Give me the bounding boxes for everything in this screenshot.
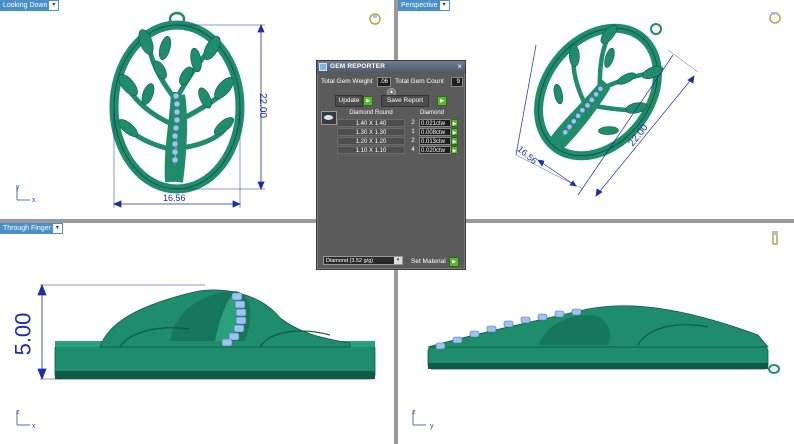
gem-reporter-title: GEM REPORTER (330, 63, 386, 70)
gem-reporter-icon (319, 63, 327, 71)
axis-y-label: y (430, 423, 434, 430)
diamond-round-thumbnail[interactable] (321, 111, 337, 125)
ring-orientation-icon (772, 231, 778, 245)
dimension-height-label: 22.00 (257, 92, 269, 119)
gem-reporter-panel[interactable]: GEM REPORTER × Total Gem Weight .06 Tota… (316, 60, 466, 270)
set-material-label[interactable]: Set Material (411, 258, 446, 265)
total-gem-count-field: 9 (451, 77, 463, 87)
gem-weight-cell: 0.020ctw (419, 146, 451, 154)
viewport-tab-label: Through Finger (3, 225, 51, 232)
save-report-button[interactable]: Save Report (381, 95, 429, 107)
gem-reporter-titlebar[interactable]: GEM REPORTER × (317, 61, 465, 73)
table-row: 1.20 X 1.20 2 0.013ctw ▶ (337, 137, 461, 145)
gem-weight-cell: 0.013ctw (419, 137, 451, 145)
viewport-tab-through-finger[interactable]: Through Finger ▾ (0, 223, 63, 234)
chevron-down-icon[interactable]: ▾ (439, 1, 449, 10)
viewport-tab-looking-down[interactable]: Looking Down ▾ (0, 0, 60, 11)
gem-weight-cell: 0.008ctw (419, 128, 451, 136)
update-go-icon[interactable]: ▶ (363, 96, 373, 106)
column-header-shape: Diamond Round (349, 110, 393, 116)
update-button[interactable]: Update (335, 95, 363, 107)
axis-x-label: x (32, 197, 36, 204)
row-go-icon[interactable]: ▶ (451, 137, 458, 145)
viewport-tab-label: Looking Down (3, 2, 48, 9)
axis-z-label: z (16, 409, 20, 416)
axis-z-label: z (412, 409, 416, 416)
table-row: 1.10 X 1.10 4 0.020ctw ▶ (337, 146, 461, 154)
save-report-go-icon[interactable]: ▶ (437, 96, 447, 106)
set-material-go-icon[interactable]: ▶ (449, 257, 459, 267)
gem-size-cell: 1.20 X 1.20 (337, 137, 405, 145)
gem-count-cell: 1 (411, 129, 415, 135)
total-gem-weight-label: Total Gem Weight (321, 78, 373, 85)
total-gem-count-label: Total Gem Count (395, 78, 444, 85)
chevron-down-icon[interactable]: ▾ (52, 224, 62, 233)
material-select[interactable]: Diamond (3.52 g/g) ▾ (323, 256, 403, 265)
viewport-tab-perspective[interactable]: Perspective ▾ (398, 0, 450, 11)
table-row: 1.30 X 1.30 1 0.008ctw ▶ (337, 128, 461, 136)
total-gem-weight-field: .06 (377, 77, 391, 87)
row-go-icon[interactable]: ▶ (451, 128, 458, 136)
gem-weight-cell: 0.021ctw (419, 119, 451, 127)
dimension-height-label: 5.00 (10, 312, 36, 356)
ring-orientation-icon (769, 12, 781, 24)
gem-count-cell: 2 (411, 120, 415, 126)
gem-count-cell: 2 (411, 138, 415, 144)
gem-size-cell: 1.40 X 1.40 (337, 119, 405, 127)
ring-orientation-icon (369, 13, 381, 25)
table-row: 1.40 X 1.40 2 0.021ctw ▶ (337, 119, 461, 127)
gem-count-cell: 4 (411, 147, 415, 153)
dimension-width-label: 16.56 (163, 193, 186, 203)
viewport-tab-label: Perspective (401, 2, 438, 9)
gem-size-cell: 1.10 X 1.10 (337, 146, 405, 154)
column-header-material: Diamond (419, 110, 444, 116)
axis-x-label: x (32, 423, 36, 430)
row-go-icon[interactable]: ▶ (451, 146, 458, 154)
material-select-value: Diamond (3.52 g/g) (326, 258, 374, 264)
gem-size-cell: 1.30 X 1.30 (337, 128, 405, 136)
chevron-down-icon[interactable]: ▾ (394, 257, 402, 264)
chevron-down-icon[interactable]: ▾ (49, 1, 59, 10)
close-icon[interactable]: × (457, 62, 462, 72)
row-go-icon[interactable]: ▶ (451, 119, 458, 127)
axis-y-label: y (16, 184, 20, 191)
